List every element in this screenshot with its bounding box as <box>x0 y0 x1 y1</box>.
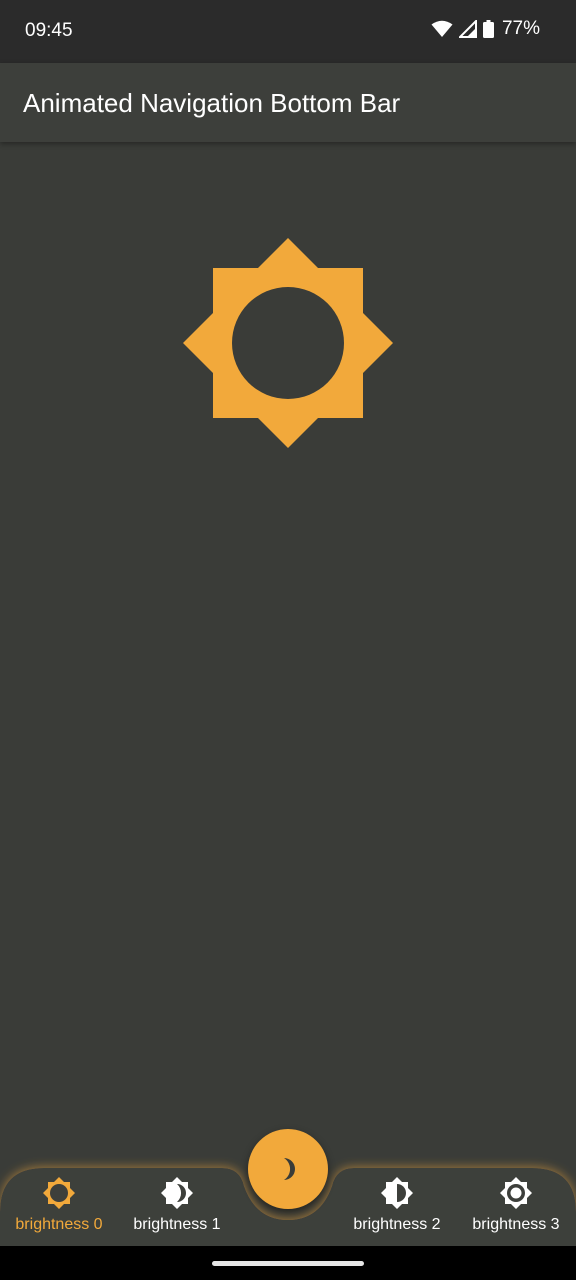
nav-label: brightness 1 <box>133 1216 221 1233</box>
status-bar: 09:45 77% <box>0 0 576 63</box>
nav-item-brightness-3[interactable]: brightness 3 <box>461 1176 571 1238</box>
app-bar: Animated Navigation Bottom Bar <box>0 63 576 142</box>
nav-label: brightness 2 <box>353 1216 441 1233</box>
fab-button[interactable] <box>248 1129 328 1209</box>
moon-icon <box>284 1158 295 1180</box>
brightness-medium-icon <box>161 1177 193 1209</box>
status-icons: 77% <box>431 18 540 40</box>
brightness-half-icon <box>381 1177 413 1209</box>
wifi-icon <box>431 20 453 37</box>
gesture-handle[interactable] <box>212 1261 364 1266</box>
battery-percentage: 77% <box>501 18 540 39</box>
page-title: Animated Navigation Bottom Bar <box>23 88 401 118</box>
system-navigation-bar <box>0 1246 576 1280</box>
brightness-auto-icon <box>500 1177 532 1209</box>
nav-item-brightness-2[interactable]: brightness 2 <box>342 1176 452 1238</box>
nav-item-brightness-1[interactable]: brightness 1 <box>122 1176 232 1238</box>
nav-label: brightness 3 <box>472 1216 560 1233</box>
status-time: 09:45 <box>25 20 73 41</box>
brightness-low-icon <box>43 1177 75 1209</box>
brightness-high-icon <box>183 238 393 448</box>
nav-label: brightness 0 <box>15 1216 103 1233</box>
battery-icon <box>482 20 494 38</box>
signal-icon <box>458 20 477 38</box>
nav-item-brightness-0[interactable]: brightness 0 <box>4 1176 114 1238</box>
